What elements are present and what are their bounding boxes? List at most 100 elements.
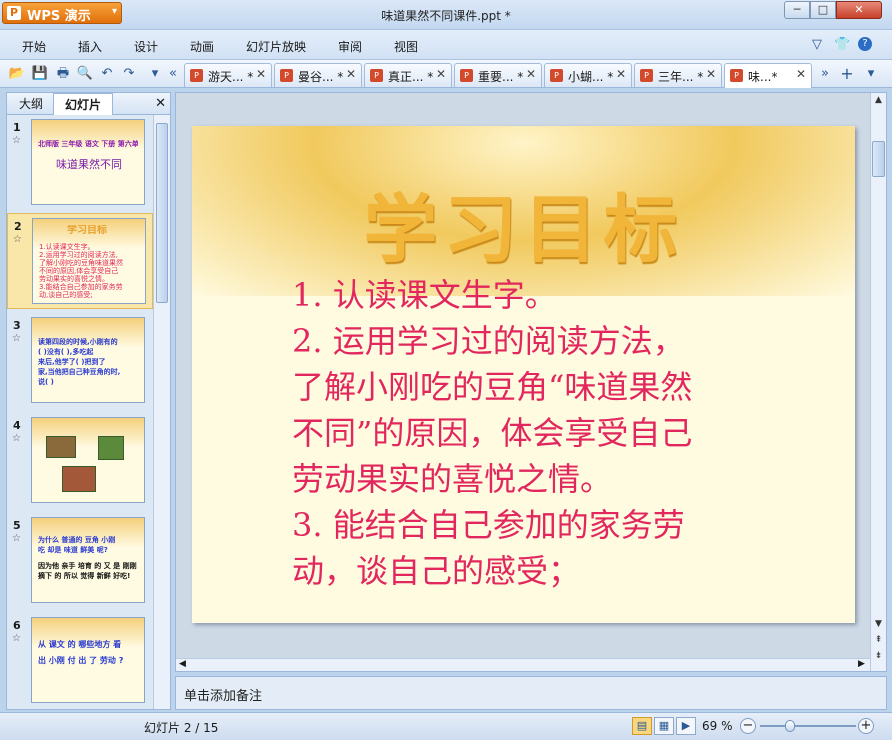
doc-tab-label: 小蝴... * xyxy=(568,70,614,84)
close-window-button[interactable]: ✕ xyxy=(836,1,882,19)
menu-slideshow[interactable]: 幻灯片放映 xyxy=(246,38,306,55)
scroll-left-icon[interactable]: ◀ xyxy=(179,659,186,669)
current-slide[interactable]: 学习目标 1. 认读课文生字。 2. 运用学习过的阅读方法， 了解小刚吃的豆角“… xyxy=(192,126,855,623)
thumb-text: 来后,他学了( )把到了 xyxy=(38,358,106,366)
doc-tab-2[interactable]: P 曼谷... * ✕ xyxy=(274,63,362,87)
help-icon[interactable]: ? xyxy=(858,37,872,51)
thumb-text: 北师版 三年级 语文 下册 第六单元 xyxy=(38,140,138,148)
menu-view[interactable]: 视图 xyxy=(394,38,418,55)
doc-tab-1[interactable]: P 游天... * ✕ xyxy=(184,63,272,87)
zoom-level[interactable]: 69 % xyxy=(702,719,733,733)
slide-sorter-button[interactable]: ▦ xyxy=(654,717,674,735)
photo-image xyxy=(98,436,124,460)
slide-body-line[interactable]: 2. 运用学习过的阅读方法， xyxy=(292,316,685,362)
page-up-icon[interactable]: ⇞ xyxy=(871,635,886,645)
menu-design[interactable]: 设计 xyxy=(134,38,158,55)
thumbnail-item[interactable]: 4 ☆ xyxy=(7,413,153,509)
zoom-slider-handle[interactable] xyxy=(784,720,795,732)
editor-horizontal-scrollbar[interactable]: ◀ ▶ xyxy=(176,658,870,671)
doc-tab-3[interactable]: P 真正... * ✕ xyxy=(364,63,452,87)
thumb-text: ( )没有( ),多吃起 xyxy=(38,348,94,356)
thumb-text: 从 课文 的 哪些地方 看 xyxy=(38,640,122,649)
skin-icon[interactable]: 👕 xyxy=(834,37,850,52)
star-icon: ☆ xyxy=(13,234,22,245)
doc-tab-label: 重要... * xyxy=(478,70,524,84)
scroll-thumb[interactable] xyxy=(156,123,168,303)
tab-outline[interactable]: 大纲 xyxy=(11,93,51,115)
menu-animation[interactable]: 动画 xyxy=(190,38,214,55)
new-tab-icon[interactable]: + xyxy=(838,65,856,83)
undo-icon[interactable]: ↶ xyxy=(98,65,116,83)
doc-tab-6[interactable]: P 三年... * ✕ xyxy=(634,63,722,87)
menu-review[interactable]: 审阅 xyxy=(338,38,362,55)
slide-thumbnail: 从 课文 的 哪些地方 看 出 小刚 付 出 了 劳动 ? xyxy=(31,617,145,703)
zoom-slider[interactable] xyxy=(760,720,856,732)
close-icon[interactable]: ✕ xyxy=(796,67,806,81)
scroll-thumb[interactable] xyxy=(872,141,885,177)
scroll-up-icon[interactable]: ▲ xyxy=(871,95,886,105)
redo-icon[interactable]: ↷ xyxy=(120,65,138,83)
slide-number: 5 xyxy=(13,519,21,532)
close-icon[interactable]: ✕ xyxy=(346,67,356,81)
ppt-file-icon: P xyxy=(190,69,203,82)
normal-view-button[interactable]: ▤ xyxy=(632,717,652,735)
slide-thumbnail xyxy=(31,417,145,503)
slide-body-line[interactable]: 了解小刚吃的豆角“味道果然 xyxy=(292,362,692,408)
doc-tab-4[interactable]: P 重要... * ✕ xyxy=(454,63,542,87)
thumbnail-item[interactable]: 1 ☆ 北师版 三年级 语文 下册 第六单元 味道果然不同 xyxy=(7,115,153,211)
star-icon: ☆ xyxy=(12,135,21,146)
doc-tab-5[interactable]: P 小蝴... * ✕ xyxy=(544,63,632,87)
ppt-file-icon: P xyxy=(460,69,473,82)
print-icon[interactable]: 🖶 xyxy=(54,65,72,83)
tab-list-icon[interactable]: ▾ xyxy=(862,65,880,83)
notes-placeholder[interactable]: 单击添加备注 xyxy=(184,685,262,704)
close-icon[interactable]: ✕ xyxy=(526,67,536,81)
slide-body-line[interactable]: 1. 认读课文生字。 xyxy=(292,270,557,316)
thumbnail-item[interactable]: 3 ☆ 读第四段的时候,小刚有的 ( )没有( ),多吃起 来后,他学了( )把… xyxy=(7,313,153,409)
tab-slides[interactable]: 幻灯片 xyxy=(53,93,113,115)
zoom-in-button[interactable]: + xyxy=(858,718,874,734)
doc-tab-7-active[interactable]: P 味...* ✕ xyxy=(724,63,812,88)
thumbnail-item[interactable]: 5 ☆ 为什么 普通的 豆角 小刚 吃 却是 味道 鲜美 呢? 因为他 亲手 培… xyxy=(7,513,153,609)
scroll-down-icon[interactable]: ▼ xyxy=(871,619,886,629)
thumb-text: 为什么 普通的 豆角 小刚 xyxy=(38,536,116,544)
close-icon[interactable]: ✕ xyxy=(706,67,716,81)
page-down-icon[interactable]: ⇟ xyxy=(871,651,886,661)
thumbnail-list: 1 ☆ 北师版 三年级 语文 下册 第六单元 味道果然不同 2 ☆ 学习目标 1… xyxy=(7,115,153,709)
star-icon: ☆ xyxy=(12,633,21,644)
slide-body-line[interactable]: 劳动果实的喜悦之情。 xyxy=(292,454,612,500)
panel-scrollbar[interactable] xyxy=(153,115,170,709)
close-icon[interactable]: ✕ xyxy=(256,67,266,81)
scroll-right-icon[interactable]: ▶ xyxy=(858,659,865,669)
slide-number: 2 xyxy=(14,220,22,233)
save-icon[interactable]: 💾 xyxy=(31,65,49,83)
slideshow-button[interactable]: ▶ xyxy=(676,717,696,735)
slide-number: 4 xyxy=(13,419,21,432)
close-icon[interactable]: ✕ xyxy=(436,67,446,81)
slide-body-line[interactable]: 不同”的原因，体会享受自己 xyxy=(292,408,692,454)
slide-title[interactable]: 学习目标 xyxy=(192,170,855,277)
close-icon[interactable]: ✕ xyxy=(616,67,626,81)
slide-body-line[interactable]: 3. 能结合自己参加的家务劳 xyxy=(292,500,685,546)
menu-home[interactable]: 开始 xyxy=(22,38,46,55)
star-icon: ☆ xyxy=(12,533,21,544)
tab-next-icon[interactable]: » xyxy=(816,65,834,83)
close-icon[interactable]: ✕ xyxy=(155,96,166,111)
thumb-text: 读第四段的时候,小刚有的 xyxy=(38,338,118,346)
thumbnail-item-selected[interactable]: 2 ☆ 学习目标 1.认读课文生字。 2.运用学习过的阅读方法, 了解小刚吃的豆… xyxy=(7,213,153,309)
minimize-button[interactable]: ─ xyxy=(784,1,810,19)
tab-prev-icon[interactable]: « xyxy=(164,65,182,83)
dropdown-icon[interactable]: ▾ xyxy=(146,65,164,83)
maximize-button[interactable]: □ xyxy=(810,1,836,19)
open-icon[interactable]: 📂 xyxy=(8,65,26,83)
preview-icon[interactable]: 🔍 xyxy=(76,65,94,83)
thumb-text: 摘下 的 所以 觉得 新鲜 好吃! xyxy=(38,572,131,580)
notes-pane[interactable]: 单击添加备注 xyxy=(175,676,887,710)
slide-body-line[interactable]: 动，谈自己的感受； xyxy=(292,546,580,592)
thumb-text: 说( ) xyxy=(38,378,54,386)
ribbon-collapse-icon[interactable]: ▽ xyxy=(812,37,822,52)
menu-insert[interactable]: 插入 xyxy=(78,38,102,55)
editor-vertical-scrollbar[interactable]: ▲ ▼ ⇞ ⇟ xyxy=(870,93,886,671)
thumbnail-item[interactable]: 6 ☆ 从 课文 的 哪些地方 看 出 小刚 付 出 了 劳动 ? xyxy=(7,613,153,709)
zoom-out-button[interactable]: − xyxy=(740,718,756,734)
